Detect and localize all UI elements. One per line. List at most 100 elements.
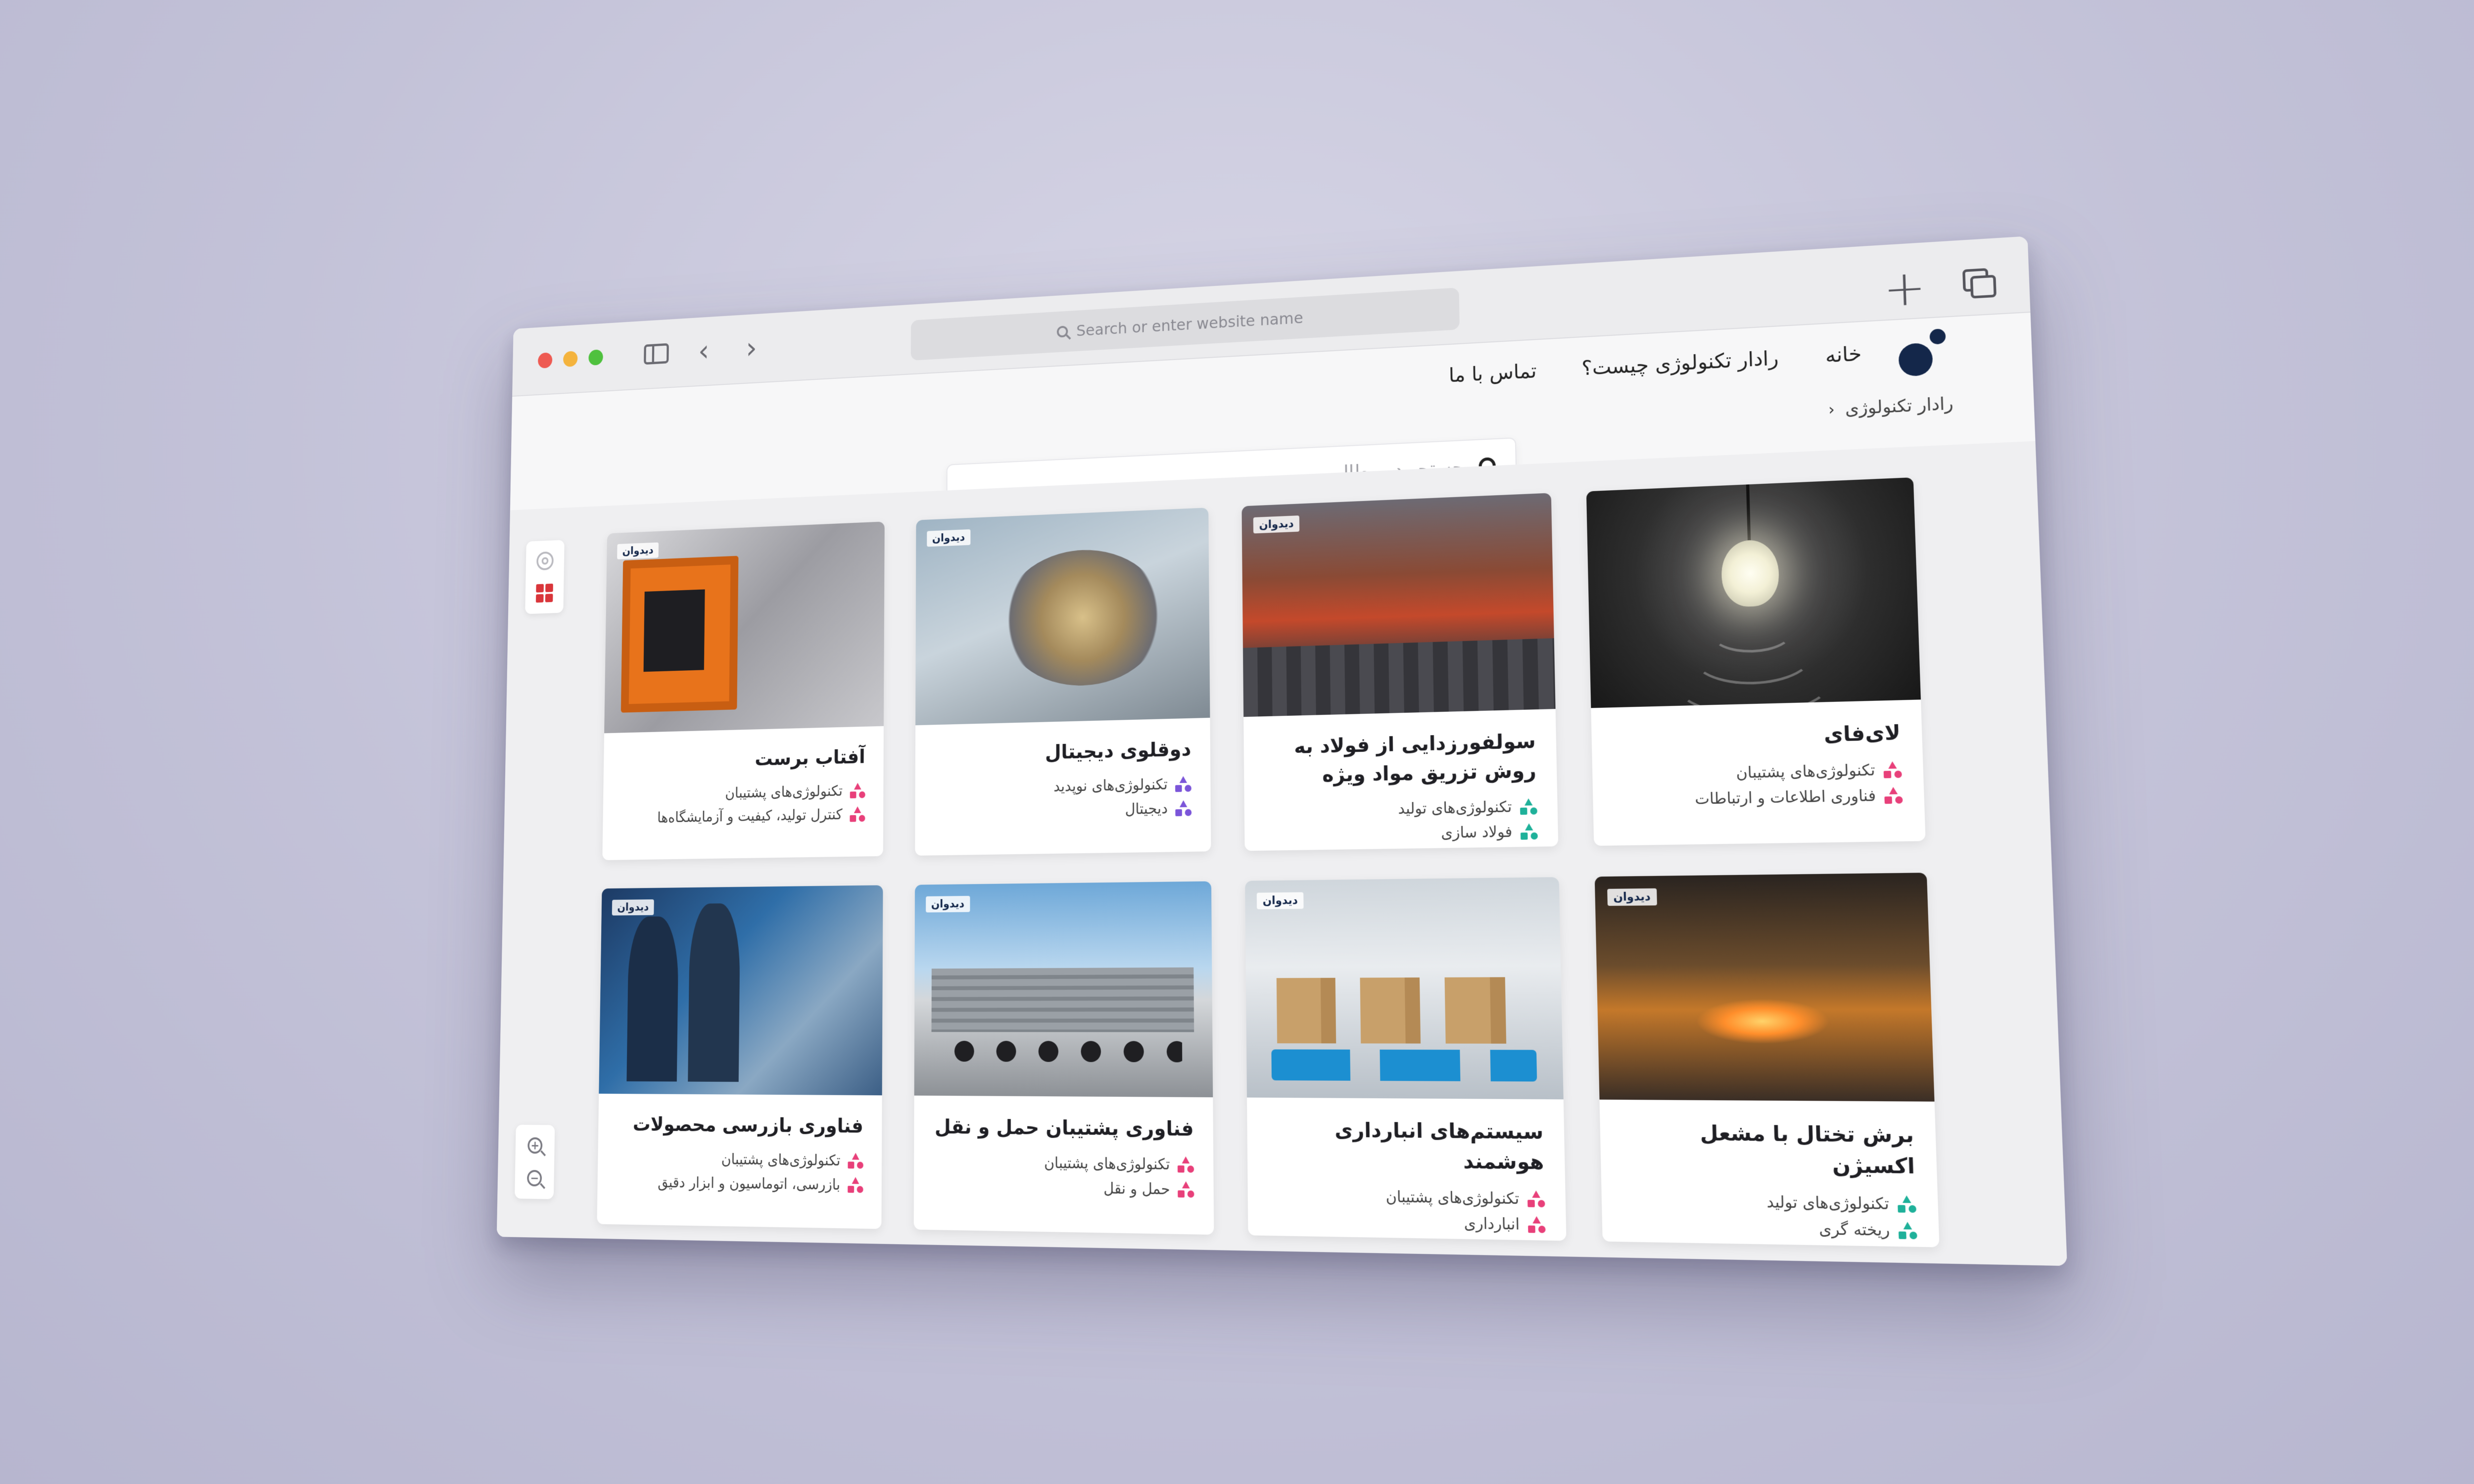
card-tag-label: تکنولوژی‌های نوپدید	[1053, 776, 1168, 795]
card-tag-label: بازرسی، اتوماسیون و ابزار دقیق	[658, 1174, 841, 1194]
card-tag[interactable]: تکنولوژی‌های تولید	[1622, 1191, 1917, 1214]
zoom-out-icon[interactable]: −	[526, 1170, 542, 1187]
card-thumbnail[interactable]: دیدوان	[915, 508, 1210, 726]
tech-card[interactable]: دیدوان آفتاب برست تکنولوژی‌های پشتیبان کنتر…	[602, 521, 885, 860]
category-shapes-icon	[1527, 1190, 1545, 1208]
thumbnail-brand-tag: دیدوان	[926, 529, 971, 547]
category-shapes-icon	[1520, 823, 1538, 841]
zoom-in-icon[interactable]: +	[527, 1137, 543, 1154]
card-thumbnail[interactable]: دیدوان	[599, 885, 883, 1096]
card-title[interactable]: سولفورزدایی از فولاد به روش تزریق مواد و…	[1263, 727, 1536, 791]
site-logo[interactable]	[1892, 322, 1952, 381]
tech-card[interactable]: دیدوان فناوری بازرسی محصولات تکنولوژی‌های …	[597, 885, 883, 1229]
card-thumbnail[interactable]: دیدوان	[1594, 873, 1935, 1102]
card-tag[interactable]: تکنولوژی‌های پشتیبان	[620, 782, 865, 804]
category-shapes-icon	[849, 806, 865, 823]
card-thumbnail[interactable]: دیدوان	[1245, 877, 1564, 1100]
card-title[interactable]: دوقلوی دیجیتال	[933, 735, 1191, 769]
card-thumbnail[interactable]: دیدوان	[914, 881, 1213, 1098]
card-tag[interactable]: دیجیتال	[933, 799, 1192, 821]
card-tag-label: انبارداری	[1464, 1214, 1520, 1234]
card-title[interactable]: سیستم‌های انبارداری هوشمند	[1267, 1115, 1544, 1178]
content-area: لای‌فای تکنولوژی‌های پشتیبان فناوری اطلاعا…	[496, 441, 2067, 1266]
back-icon[interactable]: ‹	[688, 334, 719, 369]
card-body: لای‌فای تکنولوژی‌های پشتیبان فناوری اطلاعا…	[1591, 699, 1925, 835]
thumbnail-brand-tag: دیدوان	[925, 896, 970, 913]
card-body: برش تختال با مشعل اکسیژن تکنولوژی‌های تول…	[1599, 1100, 1940, 1248]
category-shapes-icon	[1175, 776, 1191, 793]
tech-card[interactable]: لای‌فای تکنولوژی‌های پشتیبان فناوری اطلاعا…	[1586, 477, 1926, 846]
card-title[interactable]: فناوری پشتیبان حمل و نقل	[932, 1113, 1194, 1144]
nav-contact[interactable]: تماس با ما	[1449, 360, 1537, 387]
category-shapes-icon	[850, 782, 865, 799]
thumbnail-brand-tag: دیدوان	[612, 899, 654, 916]
card-tag[interactable]: تکنولوژی‌های پشتیبان	[1613, 761, 1902, 785]
radar-view-icon[interactable]	[536, 551, 554, 571]
view-toolbar	[525, 540, 565, 614]
tech-card[interactable]: دیدوان سولفورزدایی از فولاد به روش تزریق …	[1241, 493, 1558, 851]
forward-icon[interactable]: ›	[736, 331, 767, 366]
new-tab-icon[interactable]: +	[1883, 259, 1927, 318]
card-thumbnail[interactable]: دیدوان	[604, 521, 885, 734]
card-title[interactable]: برش تختال با مشعل اکسیژن	[1620, 1117, 1915, 1182]
minimize-window-button[interactable]	[563, 351, 578, 368]
card-tag[interactable]: ریخته گری	[1622, 1217, 1917, 1240]
card-tag-label: حمل و نقل	[1103, 1179, 1170, 1199]
tech-card[interactable]: دیدوان دوقلوی دیجیتال تکنولوژی‌های نوپدید د…	[914, 508, 1211, 856]
card-tag[interactable]: بازرسی، اتوماسیون و ابزار دقیق	[615, 1173, 863, 1194]
card-tag-label: ریخته گری	[1818, 1220, 1890, 1240]
card-body: سیستم‌های انبارداری هوشمند تکنولوژی‌های پ…	[1247, 1098, 1566, 1241]
card-tag-label: کنترل تولید، کیفیت و آزمایشگاه‌ها	[657, 806, 843, 827]
card-tag[interactable]: انبارداری	[1268, 1211, 1546, 1234]
card-tag[interactable]: کنترل تولید، کیفیت و آزمایشگاه‌ها	[620, 806, 865, 827]
card-tag[interactable]: فولاد سازی	[1264, 823, 1538, 844]
tech-card[interactable]: دیدوان فناوری پشتیبان حمل و نقل تکنولوژی‌ه…	[913, 881, 1214, 1235]
nav-home[interactable]: خانه	[1825, 342, 1862, 368]
card-tag-label: دیجیتال	[1125, 800, 1168, 818]
category-shapes-icon	[1177, 1156, 1194, 1173]
card-tag-label: تکنولوژی‌های پشتیبان	[1385, 1188, 1520, 1208]
breadcrumb-item[interactable]: رادار تکنولوژی	[1845, 393, 1953, 419]
grid-view-icon[interactable]	[535, 583, 553, 603]
address-placeholder: Search or enter website name	[1076, 308, 1303, 340]
card-body: سولفورزدایی از فولاد به روش تزریق مواد و…	[1243, 709, 1558, 851]
category-shapes-icon	[1520, 798, 1537, 816]
card-tag[interactable]: تکنولوژی‌های نوپدید	[933, 776, 1191, 798]
address-search-icon	[1057, 325, 1068, 338]
breadcrumb: رادار تکنولوژی ‹	[1828, 393, 1954, 419]
category-shapes-icon	[1898, 1221, 1917, 1240]
category-shapes-icon	[1883, 761, 1902, 779]
tech-card[interactable]: دیدوان سیستم‌های انبارداری هوشمند تکنولوژی…	[1245, 877, 1567, 1241]
category-shapes-icon	[1175, 800, 1192, 817]
category-shapes-icon	[847, 1176, 863, 1194]
category-shapes-icon	[1898, 1195, 1917, 1214]
card-tag[interactable]: تکنولوژی‌های پشتیبان	[932, 1153, 1194, 1174]
chevron-left-icon: ‹	[1828, 400, 1835, 419]
card-tag[interactable]: تکنولوژی‌های تولید	[1264, 798, 1537, 820]
card-grid: لای‌فای تکنولوژی‌های پشتیبان فناوری اطلاعا…	[597, 477, 1940, 1248]
browser-window: ‹ › Search or enter website name + خانه …	[496, 236, 2067, 1266]
card-tag[interactable]: تکنولوژی‌های پشتیبان	[1267, 1186, 1545, 1208]
sidebar-icon[interactable]	[641, 337, 671, 371]
tabs-overview-icon[interactable]	[1962, 268, 1998, 300]
card-thumbnail[interactable]	[1586, 477, 1921, 708]
card-tag-label: تکنولوژی‌های پشتیبان	[721, 1151, 841, 1170]
card-thumbnail[interactable]: دیدوان	[1241, 493, 1556, 717]
card-tag-label: فولاد سازی	[1440, 823, 1513, 842]
card-body: فناوری پشتیبان حمل و نقل تکنولوژی‌های پشت…	[913, 1096, 1214, 1224]
nav-what-is[interactable]: رادار تکنولوژی چیست؟	[1581, 347, 1779, 380]
card-tag[interactable]: فناوری اطلاعات و ارتباطات	[1613, 786, 1903, 809]
thumbnail-brand-tag: دیدوان	[617, 542, 659, 559]
card-title[interactable]: فناوری بازرسی محصولات	[616, 1110, 863, 1140]
card-title[interactable]: لای‌فای	[1612, 718, 1901, 754]
thumbnail-brand-tag: دیدوان	[1256, 892, 1304, 910]
tech-card[interactable]: دیدوان برش تختال با مشعل اکسیژن تکنولوژی‌ه…	[1594, 873, 1940, 1248]
close-window-button[interactable]	[537, 352, 553, 369]
maximize-window-button[interactable]	[588, 349, 603, 366]
card-tag[interactable]: تکنولوژی‌های پشتیبان	[616, 1150, 863, 1169]
card-tag-label: تکنولوژی‌های پشتیبان	[1044, 1154, 1170, 1174]
card-tag[interactable]: حمل و نقل	[932, 1177, 1194, 1199]
card-title[interactable]: آفتاب برست	[621, 743, 865, 776]
main-nav: خانه رادار تکنولوژی چیست؟ تماس با ما	[1449, 342, 1862, 387]
card-body: فناوری بازرسی محصولات تکنولوژی‌های پشتیبا…	[597, 1094, 882, 1218]
